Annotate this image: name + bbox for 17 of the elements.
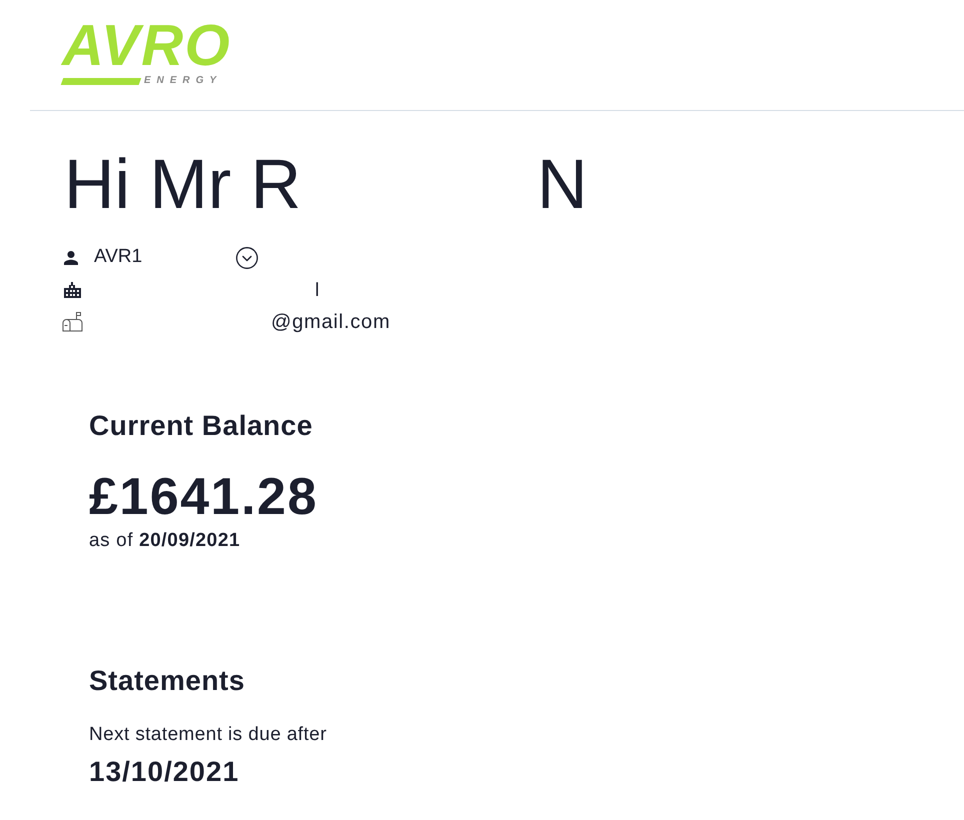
statement-due-date: 13/10/2021 xyxy=(89,756,240,788)
greeting-heading: N xyxy=(537,149,588,219)
address-text: l xyxy=(315,280,320,300)
mailbox-icon xyxy=(62,312,83,332)
section-heading: Current Balance xyxy=(89,410,313,442)
logo-tagline: ENERGY xyxy=(144,75,222,87)
person-icon xyxy=(64,251,78,265)
greeting-heading: Hi Mr R xyxy=(64,149,302,219)
section-heading: Statements xyxy=(89,665,245,697)
logo-wordmark: AVRO xyxy=(62,20,232,72)
balance-date: as of 20/09/2021 xyxy=(89,529,240,553)
building-icon xyxy=(64,282,81,298)
email-address: @gmail.com xyxy=(271,312,390,332)
balance-amount: £1641.28 xyxy=(89,469,318,525)
chevron-down-circle-icon[interactable] xyxy=(236,247,258,269)
account-number: AVR1 xyxy=(94,246,142,267)
statement-note: Next statement is due after xyxy=(89,723,327,747)
